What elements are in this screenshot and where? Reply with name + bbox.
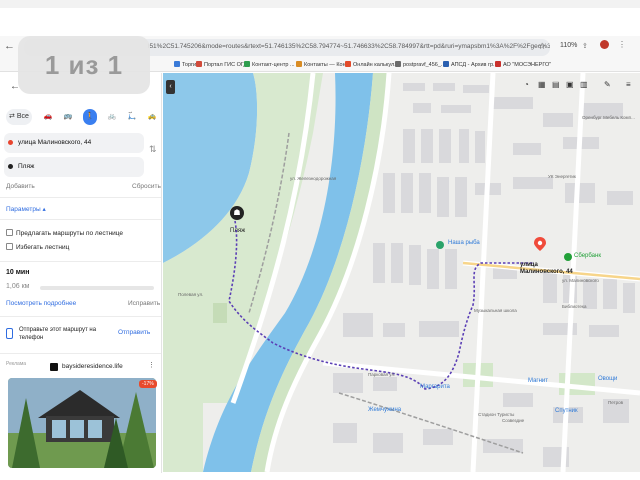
pager-counter: 1 из 1 — [44, 50, 124, 80]
sputnik-label: Спутник — [555, 408, 578, 414]
walk-icon[interactable]: 🚶 — [83, 109, 97, 125]
advertiser-logo — [50, 363, 58, 371]
bank-poi-icon[interactable] — [564, 253, 572, 261]
tourists-label: Стадион Туристы — [478, 412, 515, 417]
bookmark-icon — [244, 61, 250, 67]
metro-icon[interactable]: ▦ — [538, 80, 546, 89]
sozvezdie-label: Созвездие — [502, 418, 525, 423]
extensions-icon[interactable]: ⋮ — [618, 40, 626, 49]
bookmark-icon — [174, 61, 180, 67]
divider — [0, 353, 161, 354]
divider — [0, 219, 161, 220]
advertiser-domain[interactable]: baysideresidence.life — [62, 363, 123, 370]
route-duration: 10 мин — [6, 269, 30, 276]
street-zheleznodorozhnaya-label: ул. Железнодорожная — [290, 176, 337, 181]
route-sidebar: ← ⇄ Все 🚗 🚌 🚶 🚲 🛴 🚕 улица Малиновского, … — [0, 73, 162, 473]
destination-label: улица Малиновского, 44 — [520, 262, 573, 275]
bookmark-item[interactable]: Онлайн калькул... — [345, 61, 399, 68]
checkbox-box — [6, 243, 13, 250]
menu-icon[interactable]: ≡ — [626, 80, 631, 89]
traffic-icon[interactable]: ▤ — [552, 80, 560, 89]
fish-shop-label: Наша рыба — [448, 240, 480, 246]
bookmark-item[interactable]: Торги — [174, 61, 196, 68]
option-stairs-checkbox[interactable]: Избегать лестниц — [6, 243, 69, 251]
ad-image[interactable] — [8, 378, 156, 468]
parking-icon[interactable]: ▥ — [580, 80, 588, 89]
library-label: Библиотека — [562, 304, 587, 309]
profile-avatar[interactable] — [600, 40, 609, 49]
route-distance: 1,06 км — [6, 283, 30, 290]
taxi-icon[interactable]: 🚕 — [146, 109, 158, 125]
bank-label: Сбербанк — [574, 253, 601, 259]
bookmark-item[interactable]: АПСД - Архив гр... — [443, 61, 498, 68]
bookmark-icon — [443, 61, 449, 67]
collapse-sidebar-button[interactable]: ‹ — [166, 80, 175, 94]
pager-overlay: 1 из 1 — [18, 36, 150, 94]
bookmark-item[interactable]: Портал ГИС ОГД — [196, 61, 247, 68]
send-button[interactable]: Отправить — [118, 329, 150, 336]
bookmark-star-icon[interactable]: ☆ — [538, 41, 546, 52]
bookmark-item[interactable]: АО "МОСЭНЕРГО" — [495, 61, 551, 68]
map-layer-controls: ◔ ▦ ▤ ▣ ▥ ✎ ≡ — [522, 80, 640, 92]
add-point-link[interactable]: Добавить — [6, 183, 35, 190]
destination-pin-icon[interactable] — [534, 237, 546, 251]
beach-pin-icon[interactable]: ☗ — [230, 206, 244, 220]
mode-all-button[interactable]: ⇄ Все — [6, 109, 32, 125]
phone-icon — [6, 328, 13, 339]
bookmark-item[interactable]: postpravf_456_... — [395, 61, 446, 68]
details-link[interactable]: Посмотреть подробнее — [6, 300, 76, 307]
to-dot-icon — [8, 164, 13, 169]
bookmark-icon — [495, 61, 501, 67]
zoom-level[interactable]: 110% — [560, 42, 577, 49]
street-polevaya-label: Полевая ул. — [178, 292, 204, 297]
reset-link[interactable]: Сбросить — [132, 183, 161, 190]
fix-link[interactable]: Исправить — [128, 300, 160, 307]
transport-modes: ⇄ Все 🚗 🚌 🚶 🚲 🛴 🚕 — [6, 109, 158, 127]
bookmark-item[interactable]: Контакты — Кон... — [296, 61, 350, 68]
ruler-icon[interactable]: ✎ — [604, 80, 611, 89]
discount-badge: -17% — [139, 380, 157, 388]
route-params-toggle[interactable]: Параметры ▴ — [6, 205, 46, 213]
petrov-label: Петров — [608, 400, 624, 405]
shop-poi-icon[interactable] — [436, 241, 444, 249]
beach-label: Пляж — [230, 228, 246, 234]
margarita-label: Маргарита — [420, 384, 450, 390]
orenburg-label: Оренбург Мебель Комп... — [582, 115, 635, 120]
transport-icon[interactable]: ▣ — [566, 80, 574, 89]
bus-icon[interactable]: 🚌 — [62, 109, 74, 125]
divider — [0, 261, 161, 262]
browser-back-icon[interactable]: ← — [4, 40, 15, 52]
option-ferry-checkbox[interactable]: Предлагать маршруты по лестнице — [6, 229, 123, 237]
checkbox-box — [6, 229, 13, 236]
route-from-field[interactable]: улица Малиновского, 44 — [4, 133, 144, 153]
bookmark-icon — [395, 61, 401, 67]
divider — [0, 197, 161, 198]
vegetables-label: Овощи — [598, 376, 618, 382]
street-malinovskogo-label: ул. Малиновского — [562, 278, 599, 283]
send-to-phone-text: Отправьте этот маршрут на телефон — [19, 327, 97, 341]
street-parkovaya-label: Парковая ул. — [368, 372, 396, 377]
car-icon[interactable]: 🚗 — [42, 109, 54, 125]
uk-label: УК Энергетик — [548, 174, 576, 179]
bookmark-item[interactable]: Контакт-центр ... — [244, 61, 295, 68]
ad-label: Реклама — [6, 361, 27, 367]
bookmark-icon — [196, 61, 202, 67]
divider — [0, 316, 161, 317]
bookmark-icon — [296, 61, 302, 67]
bike-icon[interactable]: 🚲 — [106, 109, 118, 125]
school-label: Музыкальная школа — [474, 308, 517, 313]
all-modes-icon: ⇄ — [9, 113, 15, 120]
scooter-icon[interactable]: 🛴 — [126, 109, 138, 125]
route-elevation-bar — [40, 286, 154, 290]
magnit-label: Магнит — [528, 378, 549, 384]
route-to-field[interactable]: Пляж — [4, 157, 144, 177]
share-icon[interactable]: ⇪ — [582, 42, 588, 50]
bookmark-icon — [345, 61, 351, 67]
ad-menu-icon[interactable]: ⋮ — [148, 361, 155, 369]
swap-points-icon[interactable]: ⇅ — [149, 144, 157, 155]
layers-icon[interactable]: ◔ — [524, 80, 529, 89]
from-dot-icon — [8, 140, 13, 145]
zhemchuzhina-label: Жемчужина — [368, 407, 402, 413]
